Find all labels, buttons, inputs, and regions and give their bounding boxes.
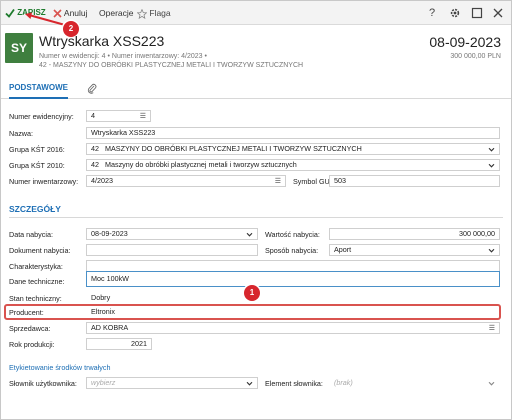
numer-inwentarzowy-value: 4/2023 — [91, 176, 113, 185]
chevron-down-icon — [488, 163, 495, 168]
star-icon — [136, 8, 148, 19]
sposob-nabycia-select[interactable]: Aport — [329, 244, 500, 256]
nazwa-field[interactable]: Wtryskarka XSS223 — [86, 127, 500, 139]
check-icon — [5, 8, 15, 18]
label-stan-techniczny: Stan techniczny: — [9, 294, 62, 303]
header-separator-2: • — [204, 53, 207, 60]
label-producent: Producent: — [9, 308, 44, 317]
slownik-placeholder: wybierz — [91, 378, 116, 387]
numer-ewidencyjny-value: 4 — [91, 111, 95, 120]
grupa-2010-code: 42 — [91, 160, 99, 169]
window: ZAPISZ Anuluj Operacje Flaga ? 2 SY Wtry… — [0, 0, 512, 420]
label-sprzedawca: Sprzedawca: — [9, 324, 51, 333]
grupa-2016-select[interactable]: 42 MASZYNY DO OBRÓBKI PLASTYCZNEJ METALI… — [86, 143, 500, 155]
chevron-down-icon — [488, 248, 495, 253]
numer-ewidencyjny-field[interactable]: 4 ☰ — [86, 110, 151, 122]
symbol-gus-field[interactable]: 503 — [329, 175, 500, 187]
stan-techniczny-field[interactable]: Dobry — [86, 292, 246, 304]
data-nabycia-value: 08-09-2023 — [91, 229, 128, 238]
label-numer-ewidencyjny: Numer ewidencyjny: — [9, 112, 74, 121]
page-title: Wtryskarka XSS223 — [39, 33, 165, 49]
divider — [9, 217, 503, 218]
section-title-labels: Etykietowanie środków trwałych — [9, 363, 111, 372]
list-icon[interactable]: ☰ — [275, 178, 281, 186]
sposob-nabycia-value: Aport — [334, 245, 352, 254]
chevron-down-icon — [488, 147, 495, 152]
label-nazwa: Nazwa: — [9, 129, 33, 138]
tab-basic[interactable]: PODSTAWOWE — [9, 83, 68, 99]
help-icon: ? — [429, 7, 436, 19]
rok-produkcji-field[interactable]: 2021 — [86, 338, 152, 350]
grupa-2016-code: 42 — [91, 144, 99, 153]
sprzedawca-field[interactable]: AD KOBRA ☰ — [86, 322, 500, 334]
label-grupa-2016: Grupa KŚT 2016: — [9, 145, 65, 154]
grupa-2016-value: MASZYNY DO OBRÓBKI PLASTYCZNEJ METALI I … — [105, 144, 362, 153]
grupa-2010-value: Maszyny do obróbki plastycznej metali i … — [105, 160, 297, 169]
label-rok-produkcji: Rok produkcji: — [9, 340, 55, 349]
slownik-uzytkownika-select[interactable]: wybierz — [86, 377, 258, 389]
paperclip-icon[interactable] — [87, 83, 97, 96]
header-inventory-number: Numer inwentarzowy: 4/2023 — [111, 53, 203, 60]
header-evidence-number: Numer w ewidencji: 4 — [39, 53, 106, 60]
gear-icon[interactable] — [449, 7, 461, 19]
header-date: 08-09-2023 — [429, 34, 501, 50]
label-charakterystyka: Charakterystyka: — [9, 262, 63, 271]
chevron-down-icon — [488, 381, 495, 386]
header-separator: • — [107, 53, 110, 60]
label-dane-techniczne: Dane techniczne: — [9, 277, 65, 286]
window-close-icon[interactable] — [492, 7, 504, 19]
header-group: 42 - MASZYNY DO OBRÓBKI PLASTYCZNEJ META… — [39, 62, 304, 69]
dane-techniczne-field[interactable]: Moc 100kW — [86, 271, 500, 287]
header-meta-line: Numer w ewidencji: 4 • Numer inwentarzow… — [39, 53, 207, 60]
label-grupa-2010: Grupa KŚT 2010: — [9, 161, 65, 170]
header-amount: 300 000,00 PLN — [450, 53, 501, 60]
grupa-2010-select[interactable]: 42 Maszyny do obróbki plastycznej metali… — [86, 159, 500, 171]
flag-label: Flaga — [149, 8, 171, 18]
chevron-down-icon — [246, 381, 253, 386]
sprzedawca-value: AD KOBRA — [91, 323, 129, 332]
wartosc-nabycia-field[interactable]: 300 000,00 — [329, 228, 500, 240]
label-sposob-nabycia: Sposób nabycia: — [265, 246, 319, 255]
numer-inwentarzowy-field[interactable]: 4/2023 ☰ — [86, 175, 286, 187]
section-title-details: SZCZEGÓŁY — [9, 204, 61, 214]
maximize-icon[interactable] — [471, 7, 483, 19]
avatar: SY — [5, 33, 33, 63]
element-slownika-select[interactable]: (brak) — [329, 377, 500, 389]
chevron-down-icon — [246, 232, 253, 237]
label-element-slownika: Element słownika: — [265, 379, 323, 388]
toolbar: ZAPISZ Anuluj Operacje Flaga ? — [1, 1, 511, 25]
flag-button[interactable]: Flaga — [136, 1, 171, 25]
label-wartosc-nabycia: Wartość nabycia: — [265, 230, 320, 239]
label-numer-inwentarzowy: Numer inwentarzowy: — [9, 177, 79, 186]
help-button[interactable]: ? — [429, 1, 435, 25]
label-slownik-uzytkownika: Słownik użytkownika: — [9, 379, 77, 388]
dokument-nabycia-field[interactable] — [86, 244, 258, 256]
list-icon[interactable]: ☰ — [489, 325, 495, 333]
element-placeholder: (brak) — [334, 378, 353, 387]
annotation-badge-1: 1 — [244, 285, 260, 301]
label-data-nabycia: Data nabycia: — [9, 230, 53, 239]
producent-field[interactable]: Eltronix — [86, 306, 386, 318]
operations-button[interactable]: Operacje — [99, 1, 134, 25]
list-icon[interactable]: ☰ — [140, 113, 146, 121]
label-dokument-nabycia: Dokument nabycia: — [9, 246, 71, 255]
operations-label: Operacje — [99, 8, 134, 18]
data-nabycia-field[interactable]: 08-09-2023 — [86, 228, 258, 240]
tab-bar: PODSTAWOWE — [1, 81, 511, 99]
